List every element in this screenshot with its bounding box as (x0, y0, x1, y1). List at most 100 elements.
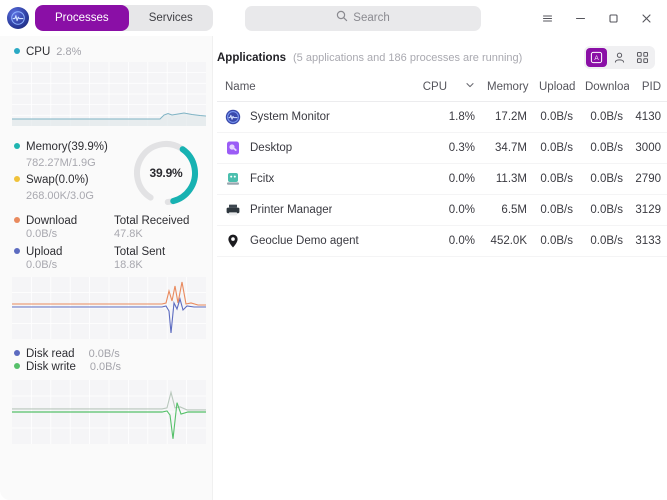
disk-read-row: Disk read 0.0B/s (10, 348, 204, 360)
row-memory: 17.2M (481, 101, 533, 133)
menu-button[interactable] (531, 4, 564, 32)
page-title: Applications (217, 51, 287, 64)
row-upload: 0.0B/s (533, 101, 579, 133)
total-received-value: 47.8K (114, 228, 143, 240)
memory-label: Memory(39.9%) (26, 141, 108, 153)
row-pid: 4130 (629, 101, 667, 133)
upload-value: 0.0B/s (26, 259, 58, 271)
sidebar-section-memory[interactable]: Memory(39.9%) 782.27M/1.9G Swap(0.0%) 26… (10, 135, 204, 211)
row-upload: 0.0B/s (533, 194, 579, 226)
printer-icon (225, 202, 241, 218)
tab-services[interactable]: Services (129, 5, 213, 31)
column-header-memory[interactable]: Memory (481, 75, 533, 102)
cpu-header: CPU 2.8% (10, 46, 204, 58)
disk-read-label: Disk read (26, 348, 75, 360)
row-memory: 452.0K (481, 225, 533, 257)
memory-header: Memory(39.9%) (10, 141, 128, 153)
process-count-status: (5 applications and 186 processes are ru… (293, 51, 523, 64)
process-table: Name CPU Memory Upload Downloa PID Syste… (217, 75, 667, 257)
disk-read-dot-icon (14, 350, 20, 356)
memory-donut-chart: 39.9% (128, 135, 204, 211)
maximize-button[interactable] (597, 4, 630, 32)
sidebar: CPU 2.8% Memory(39.9%) 782.27M/1.9G Swap… (0, 36, 213, 500)
disk-read-value: 0.0B/s (88, 348, 120, 360)
row-download: 0.0B/s (579, 101, 629, 133)
network-usage-chart (12, 277, 206, 339)
disk-usage-chart (12, 380, 206, 444)
download-header: Download (14, 215, 114, 227)
row-pid: 3133 (629, 225, 667, 257)
column-header-pid[interactable]: PID (629, 75, 667, 102)
cpu-dot-icon (14, 48, 20, 54)
row-memory: 34.7M (481, 132, 533, 164)
upload-label: Upload (26, 246, 63, 258)
column-header-cpu[interactable]: CPU (417, 75, 481, 102)
row-pid: 3129 (629, 194, 667, 226)
download-dot-icon (14, 217, 20, 223)
table-row[interactable]: Printer Manager 0.0% 6.5M 0.0B/s 0.0B/s … (217, 194, 667, 226)
row-name: Desktop (250, 142, 293, 154)
row-download: 0.0B/s (579, 225, 629, 257)
column-header-download[interactable]: Downloa (579, 75, 629, 102)
view-my-processes-button[interactable] (609, 48, 630, 67)
row-pid: 3000 (629, 132, 667, 164)
cpu-value: 2.8% (56, 46, 82, 58)
window-body: CPU 2.8% Memory(39.9%) 782.27M/1.9G Swap… (0, 36, 667, 500)
download-label: Download (26, 215, 78, 227)
column-header-name[interactable]: Name (217, 75, 417, 102)
location-pin-icon (225, 233, 241, 249)
main-panel: Applications (5 applications and 186 pro… (213, 36, 667, 500)
search-icon (336, 9, 348, 27)
row-name: Printer Manager (250, 204, 333, 216)
row-download: 0.0B/s (579, 132, 629, 164)
window-controls (531, 4, 663, 32)
sidebar-section-network[interactable]: Download 0.0B/s Total Received 47.8K Upl… (10, 215, 206, 344)
total-sent-value: 18.8K (114, 259, 143, 271)
upload-dot-icon (14, 248, 20, 254)
search-placeholder: Search (353, 12, 390, 24)
table-row[interactable]: Geoclue Demo agent 0.0% 452.0K 0.0B/s 0.… (217, 225, 667, 257)
download-value: 0.0B/s (26, 228, 58, 240)
fcitx-keyboard-icon (225, 171, 241, 187)
disk-write-dot-icon (14, 363, 20, 369)
row-cpu: 1.8% (417, 101, 481, 133)
swap-dot-icon (14, 176, 20, 182)
search-input[interactable]: Search (245, 5, 481, 31)
row-memory: 11.3M (481, 163, 533, 195)
row-download: 0.0B/s (579, 163, 629, 195)
app-logo-icon (7, 7, 29, 29)
view-all-processes-button[interactable] (632, 48, 653, 67)
sidebar-section-cpu[interactable]: CPU 2.8% (10, 46, 207, 131)
column-header-upload[interactable]: Upload (533, 75, 579, 102)
search-area: Search (245, 5, 481, 31)
view-applications-button[interactable]: A (586, 48, 607, 67)
disk-write-label: Disk write (26, 361, 76, 373)
row-upload: 0.0B/s (533, 163, 579, 195)
minimize-button[interactable] (564, 4, 597, 32)
main-tabs: Processes Services (35, 5, 213, 31)
total-received-label: Total Received (114, 215, 190, 227)
close-button[interactable] (630, 4, 663, 32)
tab-processes[interactable]: Processes (35, 5, 129, 31)
view-mode-switcher: A (584, 46, 655, 69)
row-cpu: 0.0% (417, 225, 481, 257)
system-monitor-app-icon (225, 109, 241, 125)
row-upload: 0.0B/s (533, 132, 579, 164)
swap-header: Swap(0.0%) (10, 174, 128, 186)
process-table-wrapper: Name CPU Memory Upload Downloa PID Syste… (213, 75, 667, 257)
table-row[interactable]: Fcitx 0.0% 11.3M 0.0B/s 0.0B/s 2790 (217, 163, 667, 195)
row-cpu: 0.0% (417, 163, 481, 195)
sidebar-section-disk[interactable]: Disk read 0.0B/s Disk write 0.0B/s (10, 348, 206, 449)
table-row[interactable]: Desktop 0.3% 34.7M 0.0B/s 0.0B/s 3000 (217, 132, 667, 164)
upload-header: Upload (14, 246, 114, 258)
memory-detail: 782.27M/1.9G (26, 157, 96, 169)
cpu-label: CPU (26, 46, 51, 58)
row-cpu: 0.3% (417, 132, 481, 164)
system-monitor-window: Processes Services Search CPU 2.8% Memor… (0, 0, 667, 500)
row-name: Fcitx (250, 173, 275, 185)
table-row[interactable]: System Monitor 1.8% 17.2M 0.0B/s 0.0B/s … (217, 101, 667, 133)
disk-write-row: Disk write 0.0B/s (10, 361, 204, 373)
memory-dot-icon (14, 143, 20, 149)
row-memory: 6.5M (481, 194, 533, 226)
column-header-cpu-label: CPU (422, 80, 447, 93)
